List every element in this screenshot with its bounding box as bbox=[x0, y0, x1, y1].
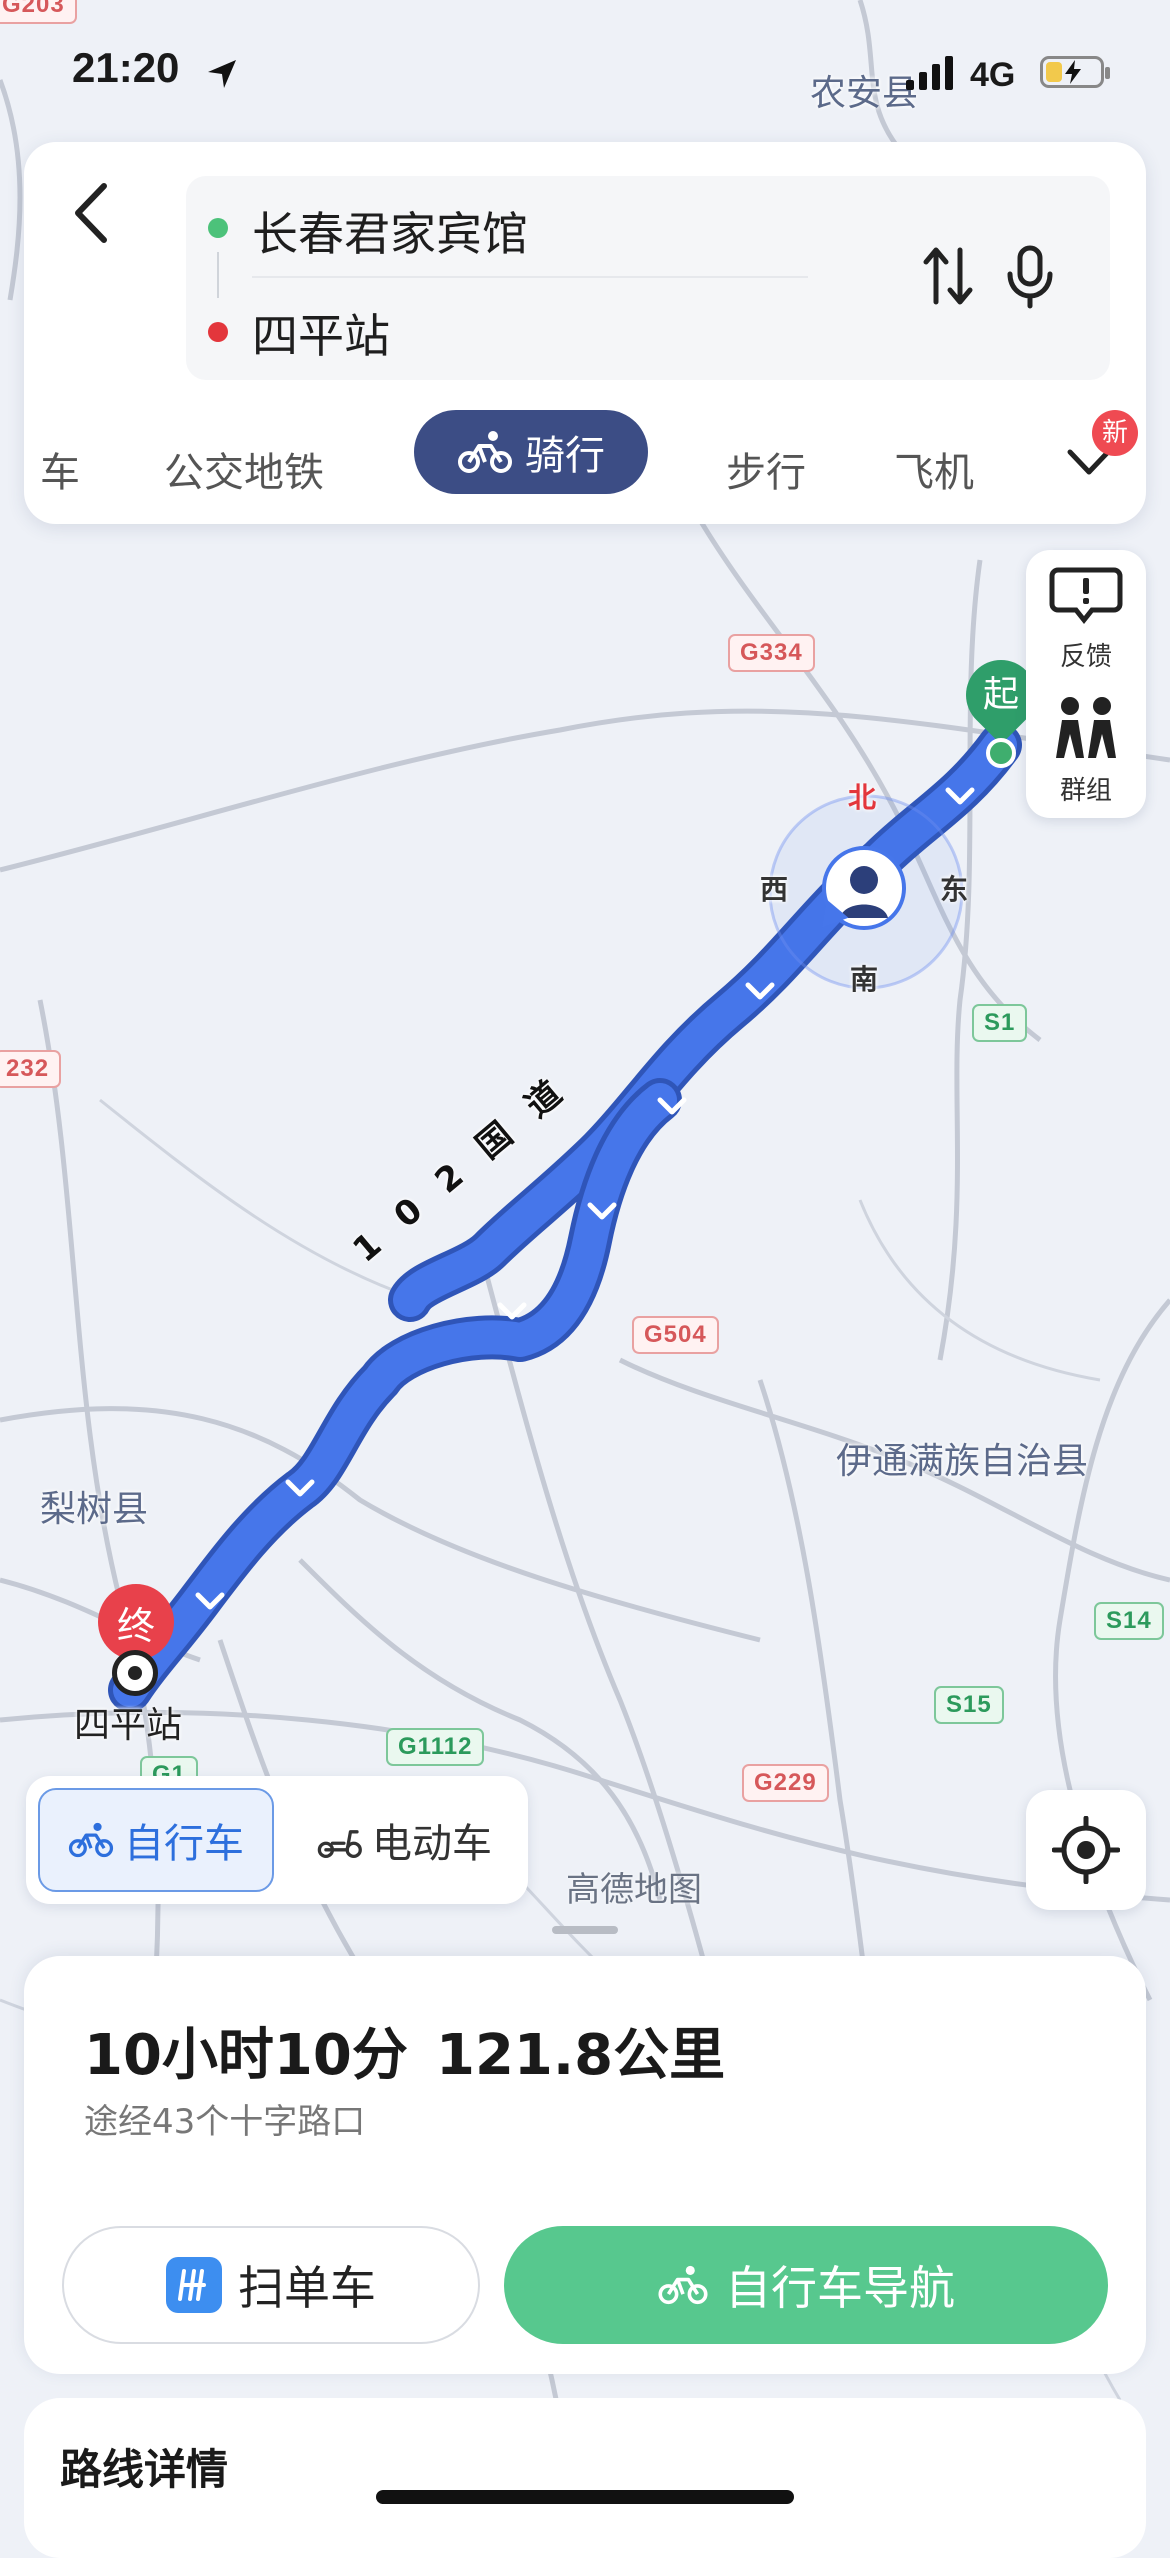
location-arrow-icon bbox=[208, 60, 236, 88]
map-watermark: 高德地图 bbox=[566, 1870, 702, 1910]
route-distance: 121.8公里 bbox=[436, 2023, 726, 2088]
destination-dot bbox=[208, 322, 228, 342]
ebike-option-label: 电动车 bbox=[372, 1821, 492, 1867]
group-label: 群组 bbox=[1059, 776, 1112, 806]
sheet-drag-handle[interactable] bbox=[552, 1926, 618, 1934]
tab-cycling-label: 骑行 bbox=[525, 433, 605, 479]
origin-dot bbox=[208, 218, 228, 238]
route-details-card[interactable]: 路线详情 bbox=[24, 2398, 1146, 2558]
road-shield-g203: G203 bbox=[0, 0, 77, 24]
status-time: 21:20 bbox=[72, 44, 180, 91]
bicycle-icon bbox=[658, 2265, 708, 2305]
tab-flight[interactable]: 飞机 bbox=[894, 440, 974, 498]
scooter-icon bbox=[317, 1830, 362, 1858]
tab-transit[interactable]: 公交地铁 bbox=[164, 440, 324, 498]
bicycle-icon bbox=[68, 1822, 114, 1858]
feedback-label: 反馈 bbox=[1059, 642, 1112, 672]
end-marker[interactable]: 终 bbox=[98, 1584, 174, 1660]
route-details-title: 路线详情 bbox=[60, 2445, 229, 2494]
route-input-divider bbox=[252, 276, 808, 278]
place-label-lishu: 梨树县 bbox=[40, 1489, 149, 1530]
road-shield-g334: G334 bbox=[728, 634, 815, 672]
place-label-siping-station: 四平站 bbox=[74, 1705, 183, 1746]
bike-navigation-label: 自行车导航 bbox=[725, 2261, 955, 2315]
bike-navigation-button[interactable]: 自行车导航 bbox=[504, 2226, 1108, 2344]
locate-me-button[interactable] bbox=[1026, 1790, 1146, 1910]
network-type: 4G bbox=[970, 56, 1016, 94]
compass-west: 西 bbox=[760, 873, 789, 906]
compass-north: 北 bbox=[848, 781, 877, 814]
end-marker-label: 终 bbox=[116, 1603, 155, 1648]
bicycle-option-label: 自行车 bbox=[124, 1821, 244, 1867]
battery-icon bbox=[1040, 56, 1110, 88]
vehicle-toggle: 自行车 电动车 bbox=[26, 1776, 528, 1904]
back-icon[interactable] bbox=[66, 178, 116, 248]
road-shield-g1112: G1112 bbox=[386, 1728, 485, 1766]
new-badge: 新 bbox=[1092, 410, 1138, 456]
destination-input[interactable]: 四平站 bbox=[252, 300, 390, 366]
road-shield-s1: S1 bbox=[972, 1004, 1028, 1042]
swap-icon[interactable] bbox=[920, 244, 976, 308]
route-via-info: 途经43个十字路口 bbox=[84, 2102, 366, 2142]
feedback-icon[interactable] bbox=[1048, 564, 1124, 628]
tab-walk[interactable]: 步行 bbox=[726, 440, 806, 498]
road-shield-232: 232 bbox=[0, 1050, 62, 1088]
route-duration: 10小时10分 bbox=[84, 2023, 408, 2088]
microphone-icon[interactable] bbox=[1004, 244, 1056, 310]
home-indicator bbox=[376, 2490, 794, 2504]
bike-share-logo-icon bbox=[166, 2257, 222, 2313]
tab-car[interactable]: 车 bbox=[40, 440, 80, 498]
start-point-dot bbox=[986, 738, 1016, 768]
road-shield-s14: S14 bbox=[1094, 1602, 1164, 1640]
bicycle-icon bbox=[458, 431, 512, 473]
route-summary-sheet: 10小时10分 121.8公里 途经43个十字路口 扫单车 自行车导航 bbox=[24, 1956, 1146, 2374]
group-icon[interactable] bbox=[1046, 694, 1126, 760]
place-label-yitong: 伊通满族自治县 bbox=[836, 1441, 1089, 1482]
tab-cycling[interactable]: 骑行 bbox=[414, 410, 648, 494]
place-label-nongan: 农安县 bbox=[810, 73, 919, 114]
road-shield-g229: G229 bbox=[742, 1764, 829, 1802]
crosshair-icon bbox=[1052, 1816, 1120, 1884]
road-shield-s15: S15 bbox=[934, 1686, 1004, 1724]
compass-south: 南 bbox=[850, 963, 879, 996]
scan-bike-label: 扫单车 bbox=[238, 2261, 376, 2315]
origin-input[interactable]: 长春君家宾馆 bbox=[252, 198, 528, 264]
scan-bike-button[interactable]: 扫单车 bbox=[62, 2226, 480, 2344]
origin-dest-connector bbox=[217, 252, 219, 298]
bicycle-option[interactable]: 自行车 bbox=[38, 1788, 274, 1892]
end-point-dot bbox=[112, 1650, 158, 1696]
road-shield-g504: G504 bbox=[632, 1316, 719, 1354]
compass-east: 东 bbox=[940, 873, 969, 906]
ebike-option[interactable]: 电动车 bbox=[294, 1788, 514, 1892]
cellular-signal-icon bbox=[906, 56, 953, 90]
